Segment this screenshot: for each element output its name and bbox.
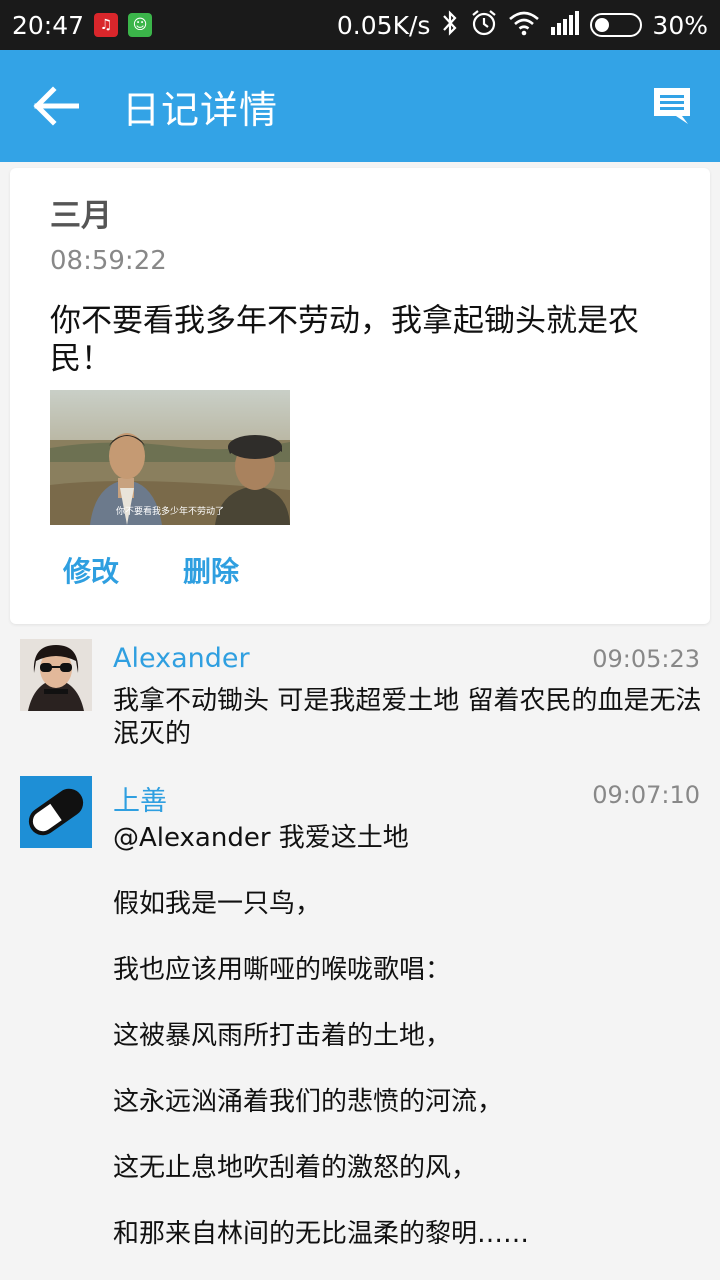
diary-month: 三月: [50, 198, 112, 234]
page-title: 日记详情: [122, 87, 279, 132]
status-bar: 20:47 ♫ ☺ 0.05K/s 30%: [0, 0, 720, 50]
comment-author[interactable]: 上善: [113, 779, 167, 818]
battery-icon: [590, 13, 643, 37]
app-green-icon: ☺: [128, 13, 153, 37]
avatar-image: [20, 639, 92, 711]
avatar[interactable]: [20, 776, 92, 848]
comment-icon: [654, 88, 690, 124]
comment-line: 这永远汹涌着我们的悲愤的河流，: [113, 1087, 504, 1117]
back-arrow-icon: [33, 86, 79, 126]
wifi-icon: [508, 10, 540, 41]
comment-line: 这被暴风雨所打击着的土地，: [113, 1021, 452, 1051]
back-button[interactable]: [28, 78, 84, 134]
net-speed: 0.05K/s: [336, 10, 431, 40]
comment-time: 09:05:23: [592, 645, 700, 673]
alarm-icon: [470, 9, 498, 42]
comment-author[interactable]: Alexander: [113, 643, 250, 674]
signal-icon: [550, 10, 580, 40]
diary-time: 08:59:22: [50, 246, 167, 276]
comment-line: 我也应该用嘶哑的喉咙歌唱：: [113, 955, 452, 985]
netease-music-icon: ♫: [94, 13, 119, 37]
avatar[interactable]: [20, 639, 92, 711]
status-bar-left: 20:47 ♫ ☺: [12, 10, 153, 40]
bluetooth-icon: [440, 9, 460, 42]
status-bar-right: 0.05K/s 30%: [337, 9, 708, 42]
comment-time: 09:07:10: [592, 781, 700, 809]
comment-line: 这无止息地吹刮着的激怒的风，: [113, 1153, 478, 1183]
app-bar: 日记详情: [0, 50, 720, 162]
comment-text: 我拿不动锄头 可是我超爱土地 留着农民的血是无法泯灭的: [113, 686, 702, 749]
edit-button[interactable]: 修改: [63, 550, 119, 590]
diary-card: 三月 08:59:22 你不要看我多年不劳动，我拿起锄头就是农民！ 你不要看我多…: [10, 168, 710, 624]
comment-button[interactable]: [650, 84, 694, 128]
comment-line: 和那来自林间的无比温柔的黎明……: [113, 1219, 530, 1249]
pill-avatar-icon: [20, 776, 92, 848]
comment-text: @Alexander 我爱这土地 假如我是一只鸟， 我也应该用嘶哑的喉咙歌唱： …: [113, 822, 703, 1251]
delete-button[interactable]: 删除: [183, 550, 239, 590]
status-time: 20:47: [12, 10, 85, 40]
comment-line: @Alexander 我爱这土地: [113, 823, 409, 853]
diary-content: 你不要看我多年不劳动，我拿起锄头就是农民！: [50, 303, 639, 377]
photo-caption: 你不要看我多少年不劳动了: [115, 507, 224, 517]
comment-line: 假如我是一只鸟，: [113, 889, 322, 919]
diary-photo[interactable]: 你不要看我多少年不劳动了: [50, 390, 290, 525]
battery-percent: 30%: [652, 10, 708, 40]
